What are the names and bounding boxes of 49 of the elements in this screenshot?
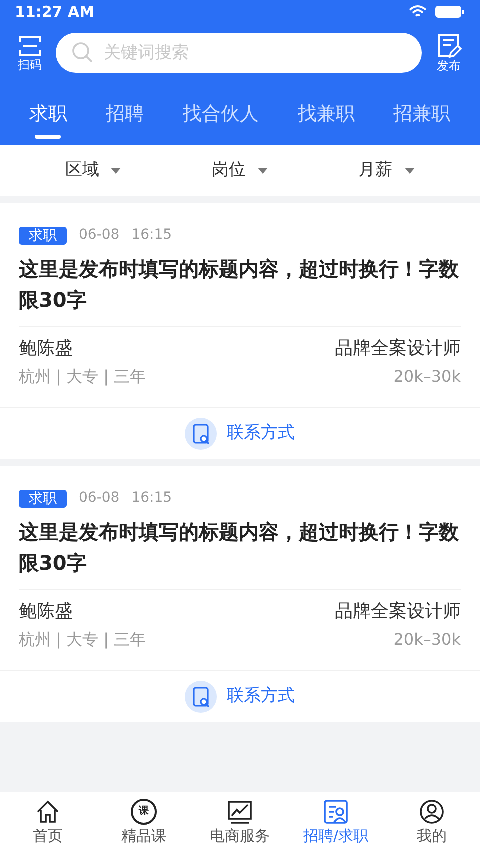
poster-details: 杭州 | 大专 | 三年 bbox=[19, 629, 146, 651]
caret-icon bbox=[404, 168, 415, 174]
battery-icon bbox=[435, 5, 465, 19]
post-date: 06-08 bbox=[79, 226, 120, 245]
post-date: 06-08 bbox=[79, 489, 120, 508]
nav-tab[interactable]: 首页 bbox=[0, 798, 96, 848]
contact-card-icon bbox=[185, 680, 217, 712]
status-time: 11:27 AM bbox=[15, 2, 95, 23]
salary-range: 20k–30k bbox=[394, 629, 461, 651]
post-time: 16:15 bbox=[132, 226, 172, 245]
resume-icon bbox=[323, 798, 349, 825]
edit-icon bbox=[436, 33, 462, 59]
post-time: 16:15 bbox=[132, 489, 172, 508]
nav-tab[interactable]: 招聘/求职 bbox=[288, 798, 384, 848]
caret-icon bbox=[258, 168, 268, 174]
salary-range: 20k–30k bbox=[394, 366, 461, 388]
nav-tab[interactable]: 课 精品课 bbox=[96, 798, 192, 848]
contact-button[interactable]: 联系方式 bbox=[185, 680, 295, 712]
category-tab[interactable]: 求职 bbox=[29, 100, 68, 138]
caret-icon bbox=[111, 168, 122, 174]
filter-dropdown[interactable]: 区域 bbox=[65, 158, 122, 184]
post-title: 这里是发布时填写的标题内容，超过时换行！字数限30字 bbox=[19, 519, 460, 577]
post-title: 这里是发布时填写的标题内容，超过时换行！字数限30字 bbox=[19, 256, 460, 314]
poster-details: 杭州 | 大专 | 三年 bbox=[19, 366, 146, 388]
poster-name: 鲍陈盛 bbox=[19, 337, 73, 361]
nav-tab[interactable]: 我的 bbox=[384, 798, 480, 848]
profile-icon bbox=[419, 798, 445, 825]
category-tab[interactable]: 招聘 bbox=[106, 100, 144, 138]
poster-name: 鲍陈盛 bbox=[19, 600, 73, 624]
chart-icon bbox=[227, 798, 253, 825]
category-tab[interactable]: 招兼职 bbox=[394, 100, 451, 138]
publish-button[interactable]: 发布 bbox=[436, 33, 462, 73]
wifi-icon bbox=[409, 5, 427, 19]
post-tag: 求职 bbox=[19, 490, 67, 508]
category-tab[interactable]: 找合伙人 bbox=[182, 100, 259, 138]
home-icon bbox=[35, 798, 61, 825]
nav-tab[interactable]: 电商服务 bbox=[192, 798, 288, 848]
contact-card-icon bbox=[185, 418, 217, 450]
job-position: 品牌全案设计师 bbox=[335, 337, 461, 361]
scan-button[interactable]: 扫码 bbox=[18, 34, 42, 72]
filter-dropdown[interactable]: 月薪 bbox=[358, 158, 415, 184]
category-tab[interactable]: 找兼职 bbox=[298, 100, 355, 138]
job-position: 品牌全案设计师 bbox=[335, 600, 461, 624]
scan-icon bbox=[18, 34, 42, 58]
contact-button[interactable]: 联系方式 bbox=[185, 418, 295, 450]
search-icon bbox=[72, 42, 94, 64]
post-tag: 求职 bbox=[19, 226, 67, 244]
course-icon: 课 bbox=[131, 798, 157, 825]
filter-dropdown[interactable]: 岗位 bbox=[212, 158, 268, 184]
